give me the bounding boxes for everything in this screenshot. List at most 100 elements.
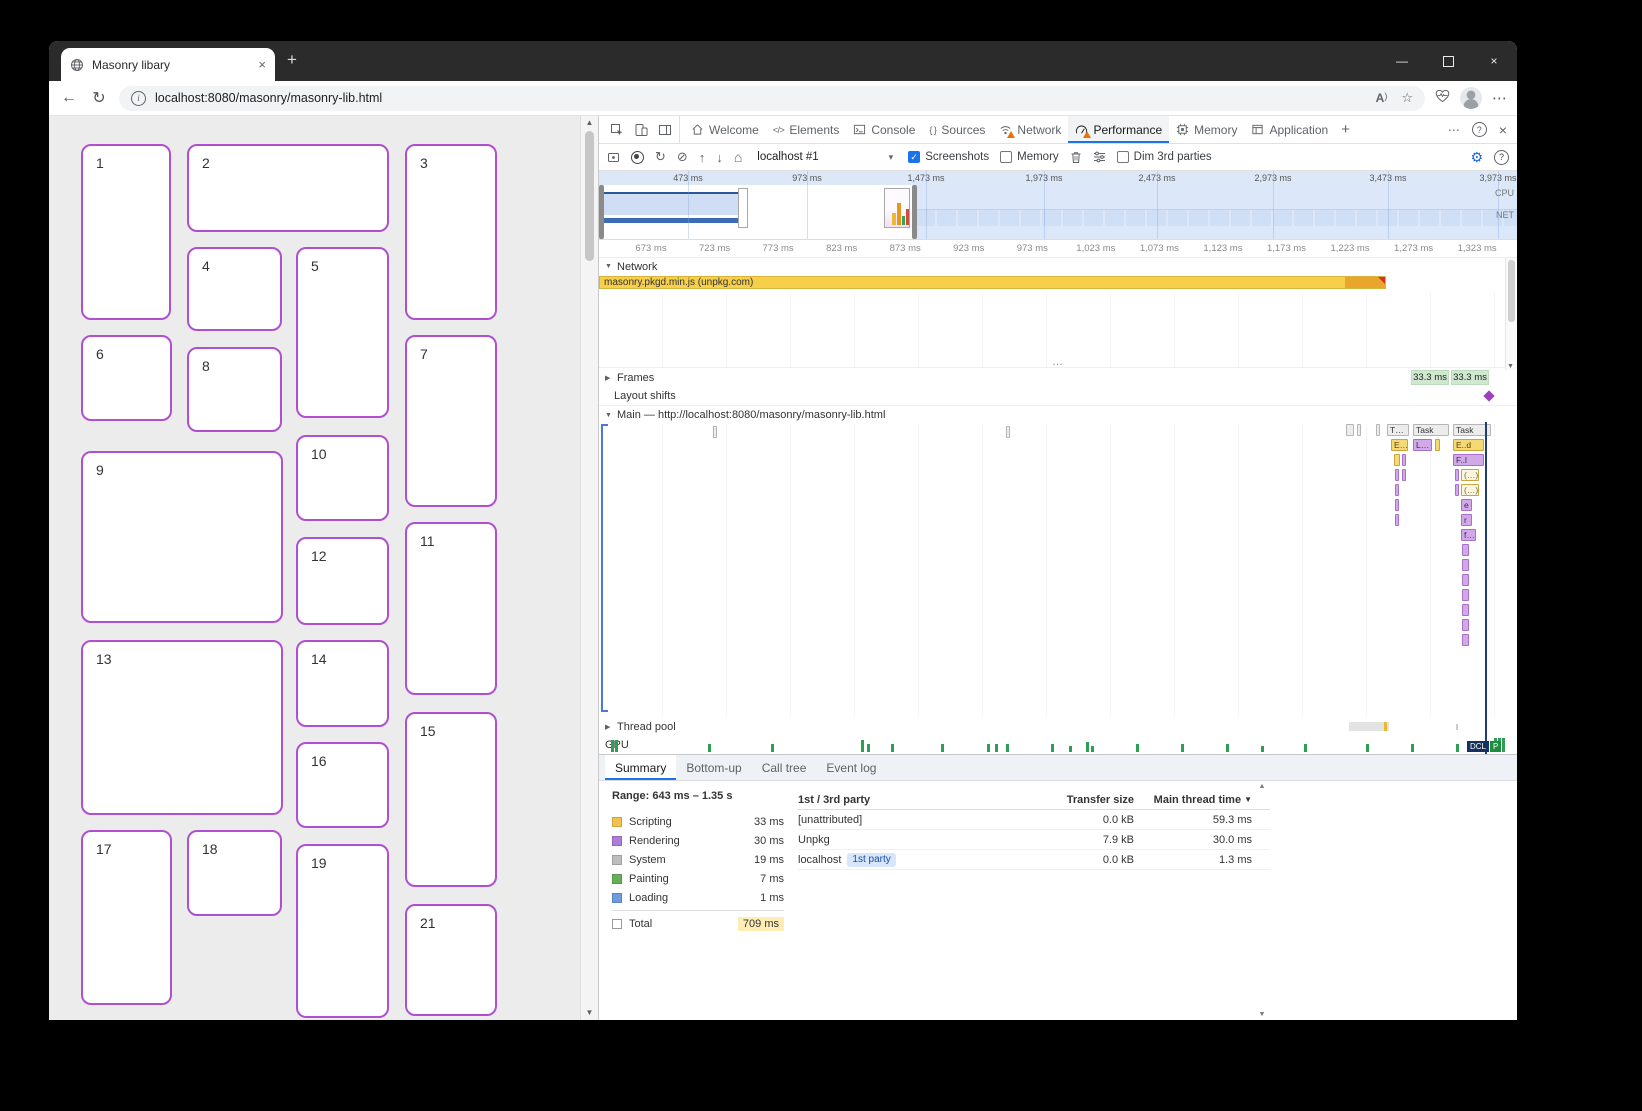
url-bar[interactable]: i localhost:8080/masonry/masonry-lib.htm… [119, 86, 1425, 111]
flame-block[interactable] [1455, 469, 1459, 481]
layout-shifts-track[interactable]: Layout shifts [599, 387, 1517, 406]
flame-block[interactable] [1462, 574, 1469, 586]
inspect-icon[interactable] [607, 123, 627, 137]
table-row[interactable]: [unattributed]0.0 kB59.3 ms [798, 810, 1270, 830]
details-tab-bottom-up[interactable]: Bottom-up [676, 755, 751, 780]
devtools-tab-sources[interactable]: { }Sources [922, 116, 992, 143]
flame-block[interactable] [1376, 424, 1380, 436]
close-window-button[interactable]: × [1471, 41, 1517, 81]
flame-block[interactable] [713, 426, 717, 438]
scroll-down-icon[interactable]: ▼ [586, 1008, 594, 1018]
read-aloud-icon[interactable]: A) [1376, 91, 1388, 105]
devtools-tab-network[interactable]: Network [992, 116, 1068, 143]
frame-duration-badge[interactable]: 33.3 ms [1411, 370, 1449, 385]
table-row[interactable]: localhost1st party0.0 kB1.3 ms [798, 850, 1270, 870]
devtools-tab-welcome[interactable]: Welcome [684, 116, 766, 143]
table-scrollbar[interactable]: ▲ ▼ [1256, 783, 1268, 1018]
details-tab-call-tree[interactable]: Call tree [752, 755, 817, 780]
flame-block[interactable] [1346, 424, 1354, 436]
back-button[interactable]: ← [59, 89, 79, 107]
flame-block[interactable] [1357, 424, 1361, 436]
flame-block[interactable] [1402, 469, 1406, 481]
flame-block-script[interactable]: E..d [1453, 439, 1484, 451]
selection-handle-left[interactable] [599, 185, 604, 239]
page-scrollbar[interactable]: ▲ ▼ [580, 116, 598, 1020]
flame-block[interactable] [1006, 426, 1010, 438]
tab-close-icon[interactable]: × [258, 57, 266, 72]
dock-side-icon[interactable] [655, 123, 675, 137]
maximize-button[interactable] [1425, 41, 1471, 81]
flame-block[interactable] [1462, 589, 1469, 601]
flame-block[interactable] [1435, 439, 1440, 451]
flame-block-render[interactable]: r [1461, 514, 1472, 526]
flame-block-script[interactable]: E… [1391, 439, 1408, 451]
flame-block-task[interactable]: T… [1387, 424, 1409, 436]
scroll-down-icon[interactable]: ▼ [1259, 1011, 1266, 1018]
favorites-icon[interactable]: ☆ [1401, 90, 1413, 106]
timeline-overview[interactable]: 473 ms973 ms1,473 ms1,973 ms2,473 ms2,97… [599, 171, 1517, 240]
profile-select[interactable]: localhost #1 ▾ [753, 149, 897, 165]
scrollbar-thumb[interactable] [585, 131, 594, 261]
devtools-tab-elements[interactable]: </>Elements [766, 116, 847, 143]
memory-checkbox-row[interactable]: Memory [1000, 151, 1059, 163]
new-tab-button[interactable]: + [287, 50, 297, 70]
flame-block-outline[interactable]: (…) [1461, 469, 1479, 481]
column-main-thread-time[interactable]: Main thread time ▼ [1134, 794, 1252, 806]
record-reload-button[interactable]: ↻ [655, 149, 666, 165]
expand-icon[interactable]: ▶ [605, 374, 613, 382]
browser-essentials-icon[interactable] [1435, 89, 1450, 108]
load-profile-icon[interactable]: ↓ [716, 150, 723, 165]
dcl-marker-badge[interactable]: DCL [1467, 741, 1489, 752]
scroll-up-icon[interactable]: ▲ [586, 118, 594, 128]
record-button[interactable] [631, 151, 644, 164]
flame-block[interactable] [1462, 559, 1469, 571]
flame-block[interactable] [1455, 484, 1459, 496]
dim-3rd-parties-checkbox[interactable] [1117, 151, 1129, 163]
flame-block[interactable] [1395, 514, 1399, 526]
device-toolbar-icon[interactable] [631, 123, 651, 137]
devtools-tab-application[interactable]: Application [1244, 116, 1335, 143]
gpu-track[interactable]: GPU [599, 736, 1517, 754]
flame-block[interactable] [1462, 634, 1469, 646]
column-party[interactable]: 1st / 3rd party [798, 794, 1024, 806]
table-row[interactable]: Unpkg7.9 kB30.0 ms [798, 830, 1270, 850]
screenshots-checkbox[interactable]: ✓ [908, 151, 920, 163]
flame-block[interactable] [1394, 454, 1400, 466]
frame-duration-badge[interactable]: 33.3 ms [1451, 370, 1489, 385]
details-tab-summary[interactable]: Summary [605, 755, 676, 780]
flame-block-render[interactable]: F..l [1453, 454, 1484, 466]
more-tabs-button[interactable]: + [1335, 116, 1356, 143]
layout-shift-marker[interactable] [1483, 390, 1494, 401]
main-thread-section-header[interactable]: ▼ Main — http://localhost:8080/masonry/m… [599, 406, 1517, 424]
column-transfer-size[interactable]: Transfer size [1024, 794, 1134, 806]
home-icon[interactable]: ⌂ [734, 149, 742, 165]
flame-block[interactable] [1462, 619, 1469, 631]
browser-tab[interactable]: Masonry libary × [61, 48, 275, 81]
flame-block-render[interactable]: L… [1413, 439, 1432, 451]
url-text[interactable]: localhost:8080/masonry/masonry-lib.html [155, 91, 1367, 105]
flame-block[interactable] [1402, 454, 1406, 466]
flame-block-render[interactable]: f… [1461, 529, 1476, 541]
devtools-more-icon[interactable]: ⋯ [1448, 123, 1460, 137]
thread-pool-section-header[interactable]: ▶ Thread pool [599, 718, 1517, 736]
browser-menu-icon[interactable]: ⋯ [1492, 89, 1507, 107]
expand-icon[interactable]: ▶ [605, 723, 613, 731]
flame-block-task[interactable]: Task [1413, 424, 1449, 436]
waterfall-scrollbar[interactable]: ▼ [1505, 258, 1517, 370]
network-request-bar[interactable]: masonry.pkgd.min.js (unpkg.com) [599, 276, 1386, 289]
refresh-button[interactable]: ↻ [89, 88, 109, 108]
paint-marker-badge[interactable]: P [1490, 741, 1501, 752]
flame-block[interactable] [1462, 544, 1469, 556]
collapse-icon[interactable]: ▼ [605, 263, 613, 270]
scroll-up-icon[interactable]: ▲ [1259, 783, 1266, 790]
frames-section-header[interactable]: ▶ Frames 33.3 ms33.3 ms [599, 368, 1517, 387]
live-metrics-icon[interactable] [607, 151, 620, 164]
flame-block[interactable] [1395, 484, 1399, 496]
flame-block[interactable] [1462, 604, 1469, 616]
scrollbar-thumb[interactable] [1508, 260, 1515, 322]
performance-help-icon[interactable]: ? [1494, 150, 1509, 165]
flame-block-outline[interactable]: (…) [1461, 484, 1479, 496]
minimize-button[interactable]: — [1379, 41, 1425, 81]
settings-gear-icon[interactable]: ⚙ [1470, 149, 1483, 166]
devtools-tab-console[interactable]: Console [846, 116, 922, 143]
